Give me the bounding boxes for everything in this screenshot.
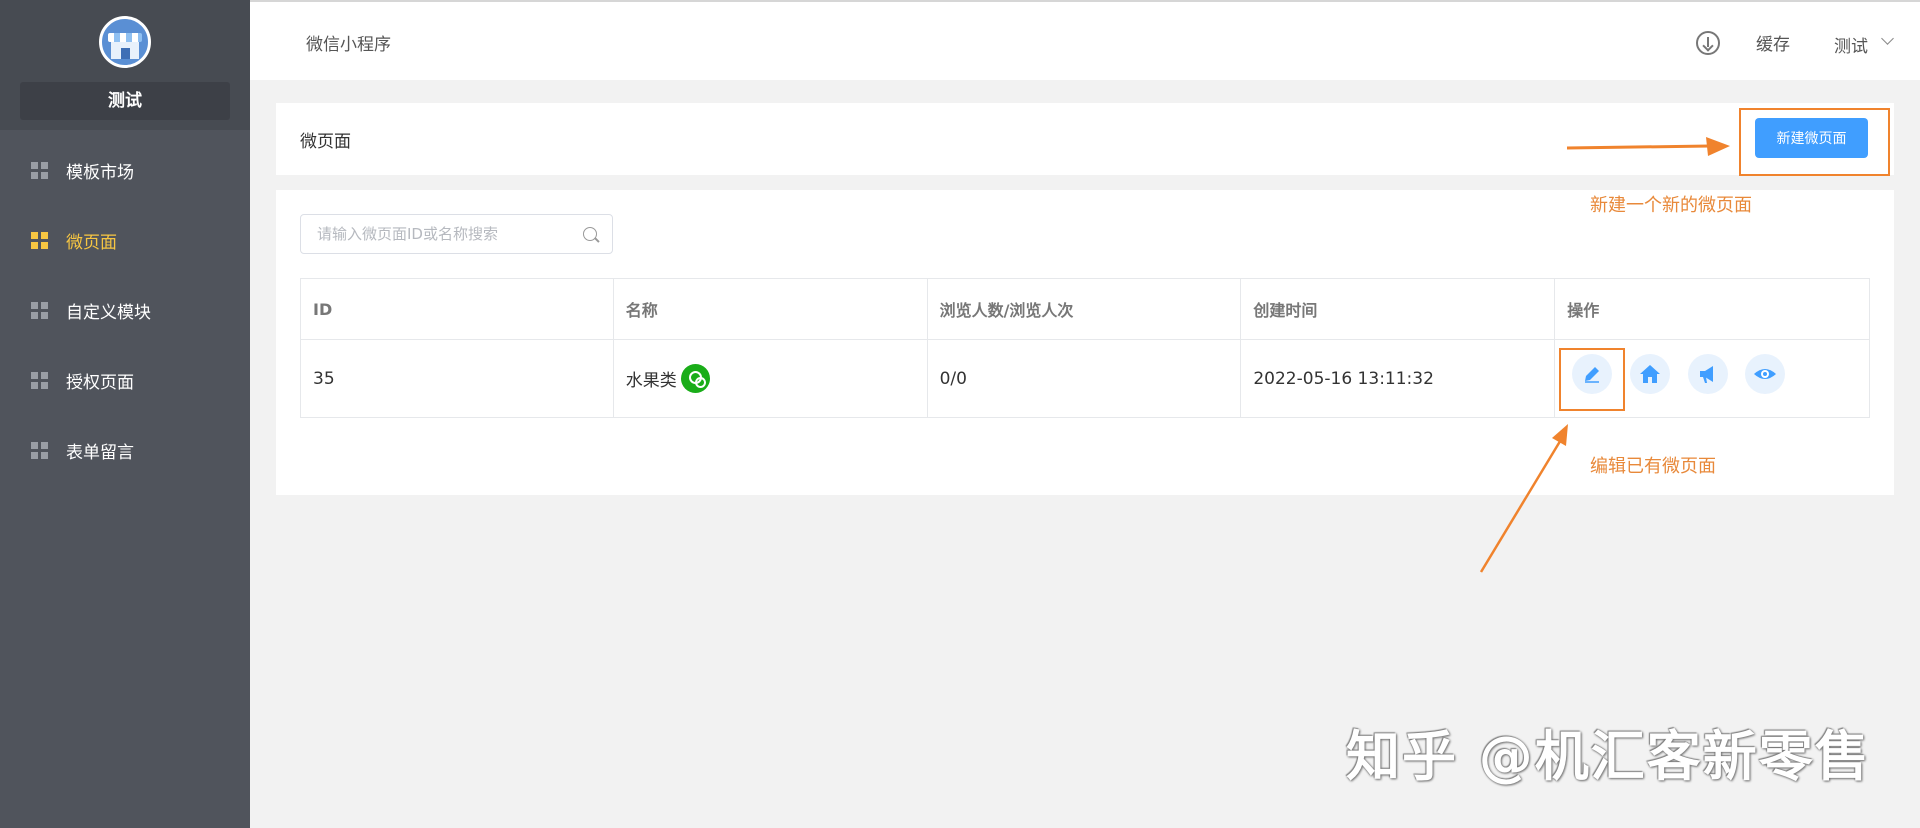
shop-name: 测试: [20, 82, 230, 120]
user-menu[interactable]: 测试: [1834, 32, 1868, 57]
chevron-down-icon[interactable]: [1881, 32, 1894, 45]
highlight-box-new-button: [1739, 108, 1890, 176]
download-icon[interactable]: [1696, 31, 1720, 55]
set-home-button[interactable]: [1630, 354, 1671, 394]
column-header-id: ID: [300, 278, 614, 340]
search-input[interactable]: [315, 223, 565, 245]
sidebar-item-label: 微页面: [66, 232, 117, 253]
sidebar-item-label: 模板市场: [66, 162, 134, 183]
sidebar-item-label: 自定义模块: [66, 302, 151, 323]
grid-icon: [31, 301, 48, 319]
megaphone-icon: [1700, 366, 1714, 383]
sidebar-item-form-message[interactable]: 表单留言: [0, 415, 250, 485]
micro-page-list-card: ID 名称 浏览人数/浏览人次 创建时间 操作 35 水果类 0/0 2022-…: [276, 190, 1894, 495]
annotation-edit-page: 编辑已有微页面: [1590, 456, 1716, 477]
grid-icon: [31, 161, 48, 179]
table-row: 35 水果类 0/0 2022-05-16 13:11:32: [300, 339, 1870, 418]
promote-button[interactable]: [1688, 354, 1729, 394]
cache-button[interactable]: 缓存: [1756, 30, 1790, 55]
top-header: 微信小程序 缓存 测试: [250, 0, 1920, 80]
page-name: 水果类: [625, 371, 677, 391]
cell-created: 2022-05-16 13:11:32: [1240, 339, 1556, 418]
home-icon: [1640, 365, 1661, 383]
eye-icon: [1754, 369, 1777, 379]
cell-views: 0/0: [926, 339, 1242, 418]
column-header-views: 浏览人数/浏览人次: [926, 278, 1242, 340]
page-title: 微页面: [300, 132, 351, 152]
cell-name: 水果类: [612, 339, 928, 418]
search-icon[interactable]: [583, 227, 597, 241]
search-box: [300, 214, 613, 254]
sidebar-menu: 模板市场 微页面 自定义模块 授权页面 表单留言: [0, 135, 250, 485]
cell-id: 35: [300, 339, 614, 418]
column-header-created: 创建时间: [1240, 278, 1556, 340]
sidebar-item-auth-page[interactable]: 授权页面: [0, 345, 250, 415]
sidebar-item-template-market[interactable]: 模板市场: [0, 135, 250, 205]
page-title-bar: 微页面 新建微页面: [276, 103, 1894, 175]
column-header-name: 名称: [612, 278, 928, 340]
sidebar-item-label: 表单留言: [66, 442, 134, 463]
sidebar: 测试 模板市场 微页面 自定义模块 授权页面 表单留言: [0, 0, 250, 828]
sidebar-item-micro-page[interactable]: 微页面: [0, 205, 250, 275]
grid-icon: [31, 371, 48, 389]
mini-program-icon[interactable]: [680, 364, 710, 393]
shop-header: 测试: [0, 0, 250, 130]
micro-page-table: ID 名称 浏览人数/浏览人次 创建时间 操作 35 水果类 0/0 2022-…: [300, 278, 1870, 418]
column-header-actions: 操作: [1554, 278, 1870, 340]
highlight-box-edit-button: [1559, 348, 1625, 411]
grid-icon: [31, 441, 48, 459]
grid-icon: [31, 231, 48, 249]
annotation-new-page: 新建一个新的微页面: [1590, 195, 1752, 216]
table-header-row: ID 名称 浏览人数/浏览人次 创建时间 操作: [300, 278, 1870, 340]
sidebar-item-custom-module[interactable]: 自定义模块: [0, 275, 250, 345]
preview-button[interactable]: [1745, 354, 1786, 394]
breadcrumb: 微信小程序: [306, 35, 391, 55]
sidebar-item-label: 授权页面: [66, 372, 134, 393]
shop-logo-icon: [99, 16, 151, 68]
watermark: 知乎 @机汇客新零售: [1346, 725, 1871, 788]
